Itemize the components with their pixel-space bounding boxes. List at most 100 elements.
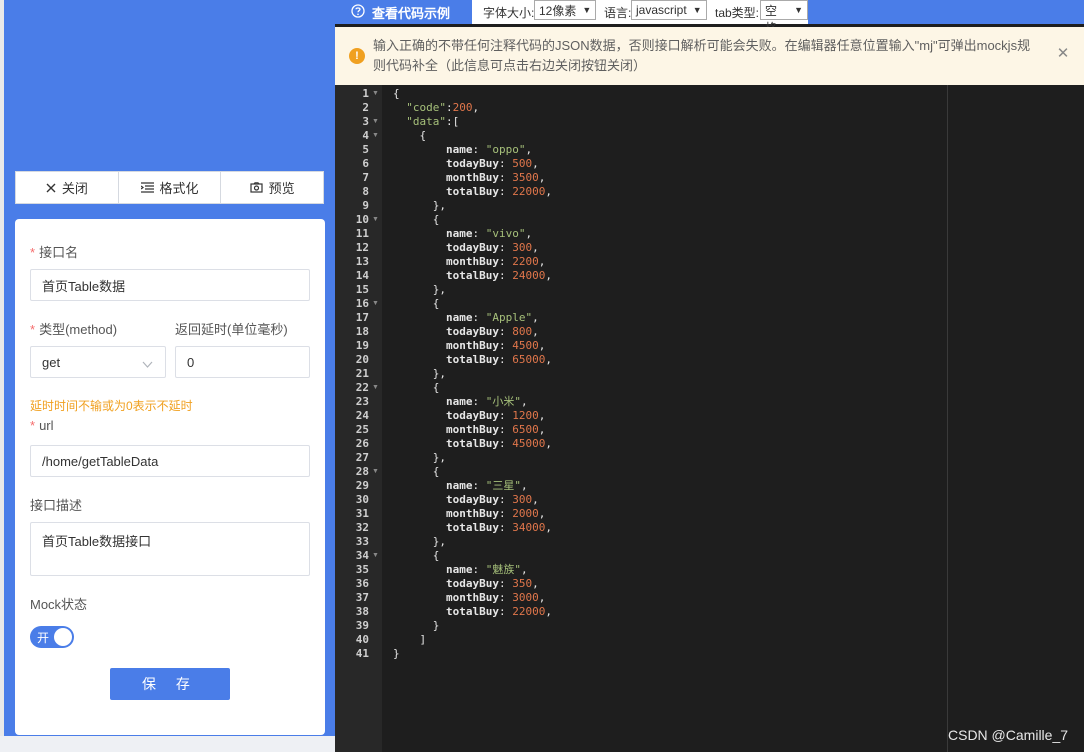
description-label: 接口描述 (30, 498, 83, 513)
font-size-select[interactable]: 12像素 ▼ (534, 0, 597, 20)
code-line[interactable]: } (393, 619, 440, 633)
fold-toggle-icon[interactable]: ▼ (372, 115, 379, 129)
code-token: 4500 (512, 339, 539, 352)
code-line[interactable]: todayBuy: 500, (393, 157, 539, 171)
code-line[interactable]: monthBuy: 2200, (393, 255, 545, 269)
code-line[interactable]: name: "小米", (393, 395, 528, 409)
code-line[interactable]: "data":[ (393, 115, 459, 129)
code-line[interactable]: { (393, 549, 440, 563)
code-line[interactable]: } (393, 647, 400, 661)
code-line[interactable]: monthBuy: 3500, (393, 171, 545, 185)
code-token: , (538, 591, 546, 604)
fold-toggle-icon[interactable]: ▼ (372, 213, 379, 227)
delay-input[interactable]: 0 (175, 346, 310, 378)
code-line[interactable]: name: "Apple", (393, 311, 539, 325)
code-line[interactable]: name: "三星", (393, 479, 528, 493)
code-line[interactable]: totalBuy: 65000, (393, 353, 552, 367)
line-number: 36 (355, 577, 369, 590)
view-code-example-title: 查看代码示例 (351, 3, 473, 22)
fold-toggle-icon[interactable]: ▼ (372, 129, 379, 143)
code-line[interactable]: totalBuy: 22000, (393, 605, 552, 619)
name-input[interactable]: 首页Table数据 (30, 269, 310, 301)
code-line[interactable]: monthBuy: 4500, (393, 339, 545, 353)
code-line[interactable]: name: "oppo", (393, 143, 532, 157)
code-token: 1200 (512, 409, 539, 422)
mock-status-toggle[interactable]: 开 (30, 626, 74, 648)
line-number: 25 (355, 423, 369, 436)
panel-bottom-strip (0, 736, 335, 752)
delay-label: 返回延时(单位毫秒) (175, 322, 288, 337)
preview-button[interactable]: 预览 (221, 172, 323, 203)
left-panel: 关闭 格式化 预览 * 接口名 首页Table数据 * 类型(method) 返回延… (0, 0, 335, 752)
url-input[interactable]: /home/getTableData (30, 445, 310, 477)
code-token: 6500 (512, 423, 539, 436)
code-line[interactable]: { (393, 297, 440, 311)
fold-toggle-icon[interactable]: ▼ (372, 297, 379, 311)
code-line[interactable]: ] (393, 633, 426, 647)
code-line[interactable]: totalBuy: 22000, (393, 185, 552, 199)
tab-type-select[interactable]: 2 个空格▼ (760, 0, 808, 35)
code-line[interactable]: totalBuy: 24000, (393, 269, 552, 283)
code-token: totalBuy (445, 185, 499, 198)
code-token: 65000 (512, 353, 546, 366)
code-line[interactable]: todayBuy: 1200, (393, 409, 545, 423)
code-line[interactable]: }, (393, 199, 446, 213)
code-line[interactable]: monthBuy: 3000, (393, 591, 545, 605)
code-token: 350 (512, 577, 533, 590)
code-token: "魅族" (485, 563, 521, 576)
code-token: : (498, 339, 513, 352)
code-line[interactable]: }, (393, 367, 446, 381)
fold-toggle-icon[interactable]: ▼ (372, 549, 379, 563)
code-line[interactable]: { (393, 87, 400, 101)
code-line[interactable]: totalBuy: 45000, (393, 437, 552, 451)
code-token: , (525, 143, 533, 156)
line-number: 22 (355, 381, 369, 394)
line-number: 15 (355, 283, 369, 296)
description-textarea[interactable]: 首页Table数据接口 (30, 522, 310, 576)
code-line[interactable]: }, (393, 535, 446, 549)
line-number: 34 (355, 549, 369, 562)
save-button[interactable]: 保 存 (110, 668, 230, 700)
code-token: : (498, 577, 513, 590)
code-line[interactable]: { (393, 129, 426, 143)
code-line[interactable]: todayBuy: 300, (393, 241, 539, 255)
method-select[interactable]: get (30, 346, 166, 378)
code-line[interactable]: totalBuy: 34000, (393, 521, 552, 535)
code-line[interactable]: monthBuy: 6500, (393, 423, 545, 437)
code-token: , (545, 605, 552, 618)
code-line[interactable]: }, (393, 451, 446, 465)
code-line[interactable]: todayBuy: 300, (393, 493, 539, 507)
code-token: , (545, 437, 552, 450)
code-line[interactable]: monthBuy: 2000, (393, 507, 545, 521)
code-line[interactable]: name: "魅族", (393, 563, 528, 577)
code-line[interactable]: }, (393, 283, 446, 297)
code-token: { (393, 213, 440, 226)
code-editor[interactable]: 1 ▼ 2 3 ▼ 4 ▼ 5 6 7 8 9 10 ▼ 11 12 13 14 15 16 ▼ 17 18 19 20 21 22… (335, 85, 1084, 752)
code-line[interactable]: name: "vivo", (393, 227, 532, 241)
fold-toggle-icon[interactable]: ▼ (372, 465, 379, 479)
format-button[interactable]: 格式化 (119, 172, 222, 203)
close-icon[interactable]: ✕ (1056, 46, 1070, 61)
code-line[interactable]: todayBuy: 800, (393, 325, 539, 339)
language-select[interactable]: javascript ▼ (631, 0, 707, 20)
code-line[interactable]: { (393, 213, 440, 227)
code-token: : (472, 227, 486, 240)
code-line[interactable]: "code":200, (393, 101, 479, 115)
code-token: 22000 (512, 605, 546, 618)
code-line[interactable]: { (393, 381, 440, 395)
fold-toggle-icon[interactable]: ▼ (372, 381, 379, 395)
type-label: * 类型(method) (30, 319, 117, 338)
code-token: 500 (512, 157, 533, 170)
code-token: "data" (406, 115, 446, 128)
close-button[interactable]: 关闭 (16, 172, 119, 203)
fold-toggle-icon[interactable]: ▼ (372, 87, 379, 101)
code-line[interactable]: todayBuy: 350, (393, 577, 539, 591)
code-line[interactable]: { (393, 465, 440, 479)
